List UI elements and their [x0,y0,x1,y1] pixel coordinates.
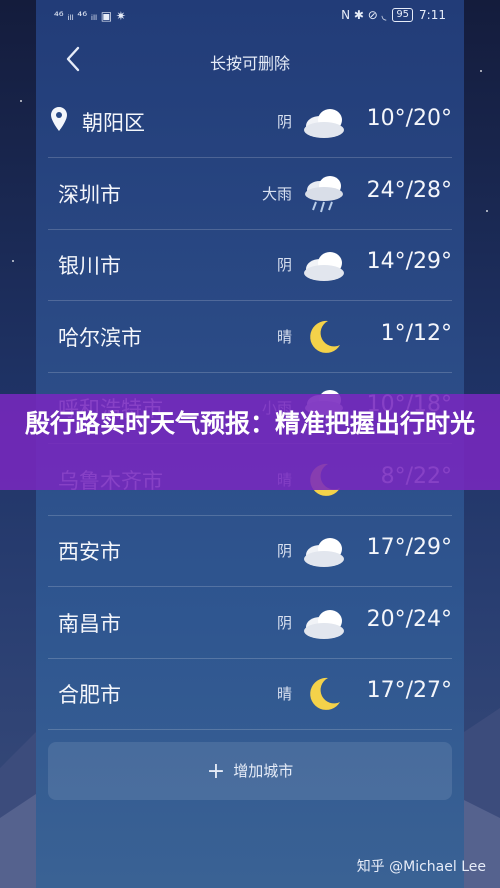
city-row[interactable]: 朝阳区 阴 10°/20° [48,86,452,158]
cloudy-icon [300,601,348,645]
page-title: 长按可删除 [209,54,290,73]
weather-condition: 阴 [276,542,292,560]
city-name: 深圳市 [58,182,121,207]
weather-condition: 阴 [276,256,292,274]
moon-icon [300,315,348,359]
cloudy-icon [300,529,348,573]
city-name: 朝阳区 [82,111,145,135]
city-row[interactable]: 银川市 阴 14°/29° [48,229,452,301]
weather-condition: 晴 [276,327,292,346]
weather-condition: 晴 [276,685,292,703]
moon-icon [300,672,348,716]
star [486,210,488,212]
location-pin-icon [51,107,67,131]
cloudy-icon [300,100,348,144]
temperature-range: 24°/28° [366,177,452,203]
status-right: Ν ✱ ⊘ ◟ 95 7:11 [341,8,446,22]
city-row[interactable]: 西安市 阴 17°/29° [48,515,452,587]
temperature-range: 14°/29° [366,249,452,274]
signal-indicators: ⁴⁶ ᵢₗₗ ⁴⁶ ᵢₗₗ ▣ ✷ [54,9,126,23]
add-city-label: 增加城市 [233,762,294,780]
weather-condition: 大雨 [261,184,292,203]
headline-banner: 殷行路实时天气预报：精准把握出行时光 [0,394,500,490]
plus-icon: + [206,758,226,784]
header: 长按可删除 [36,34,464,86]
city-name: 哈尔滨市 [58,325,142,350]
city-row[interactable]: 深圳市 大雨 24°/28° [48,158,452,230]
heavy-rain-icon [300,172,348,216]
watermark: 知乎 @Michael Lee [356,859,486,875]
city-name: 南昌市 [58,611,121,636]
city-name: 银川市 [58,254,121,278]
temperature-range: 17°/27° [366,678,452,703]
clock: 7:11 [419,8,446,22]
city-name: 合肥市 [58,683,121,707]
temperature-range: 10°/20° [366,106,452,131]
city-row[interactable]: 南昌市 阴 20°/24° [48,587,452,659]
cloudy-icon [300,243,348,287]
city-row[interactable]: 合肥市 晴 17°/27° [48,658,452,730]
star [20,100,22,102]
temperature-range: 1°/12° [380,320,452,346]
system-icons: Ν ✱ ⊘ ◟ [341,8,387,22]
weather-condition: 阴 [276,613,292,632]
status-bar: ⁴⁶ ᵢₗₗ ⁴⁶ ᵢₗₗ ▣ ✷ Ν ✱ ⊘ ◟ 95 7:11 [36,0,464,34]
temperature-range: 17°/29° [366,535,452,560]
star [480,70,482,72]
weather-condition: 阴 [276,113,292,131]
battery-icon: 95 [392,8,414,22]
star [12,260,14,262]
city-name: 西安市 [58,540,121,564]
add-city-button[interactable]: + 增加城市 [48,742,452,800]
temperature-range: 20°/24° [366,606,452,632]
city-row[interactable]: 哈尔滨市 晴 1°/12° [48,301,452,373]
